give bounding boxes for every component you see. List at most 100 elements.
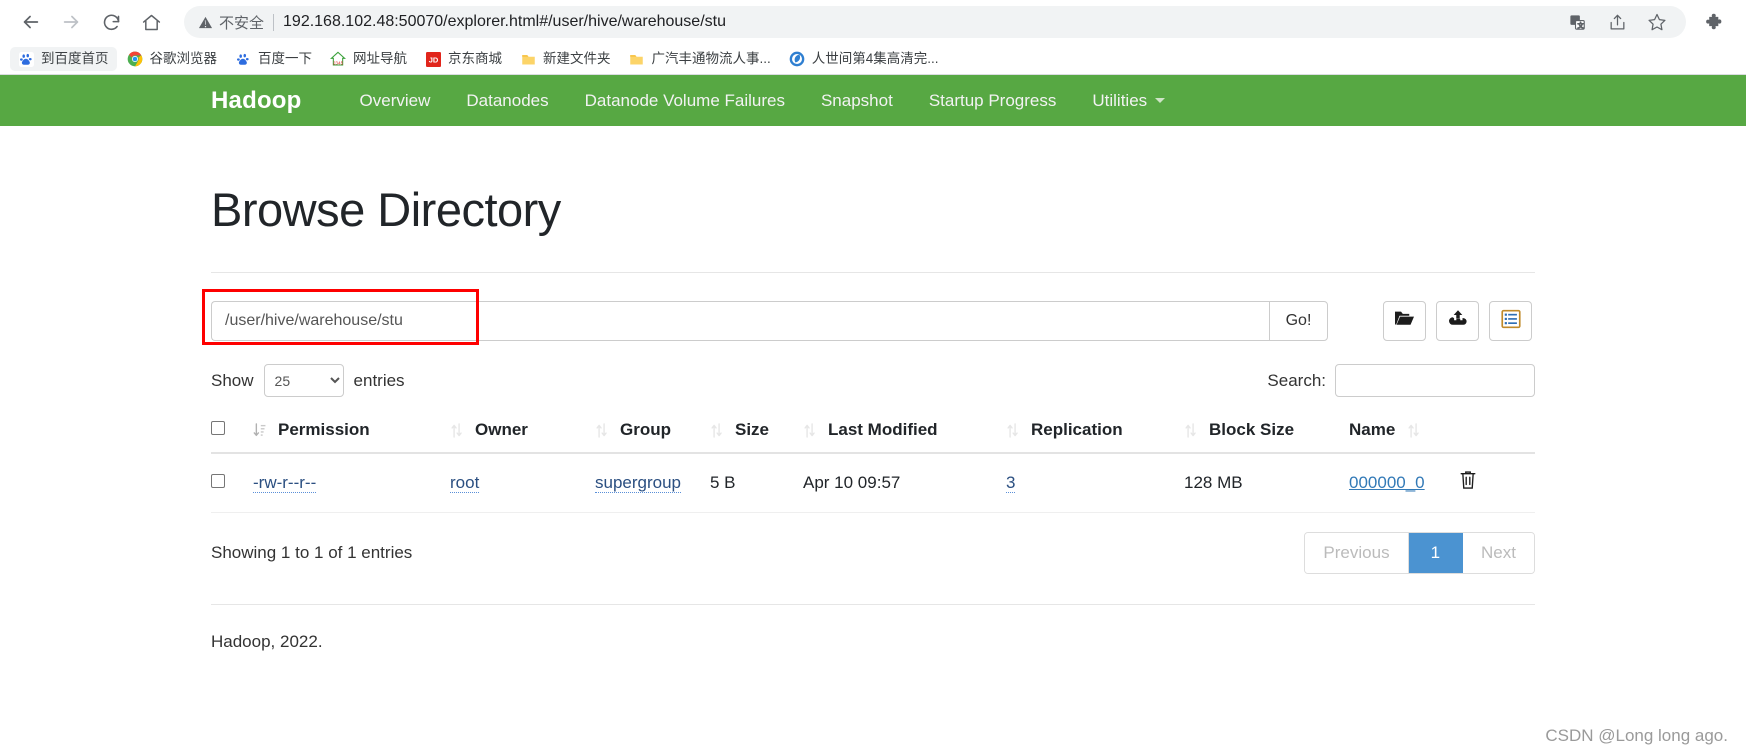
bookmark-item[interactable]: JD 京东商城	[417, 47, 510, 71]
puzzle-piece-icon[interactable]	[1698, 5, 1732, 39]
go-button[interactable]: Go!	[1269, 301, 1328, 341]
svg-text:文: 文	[1577, 20, 1584, 29]
security-status[interactable]: 不安全	[198, 12, 264, 33]
bookmark-item[interactable]: 广汽丰通物流人事...	[621, 47, 779, 71]
upload-cloud-icon	[1447, 309, 1469, 333]
file-name-link[interactable]: 000000_0	[1349, 473, 1425, 492]
search-control: Search:	[1267, 364, 1535, 397]
pagination-page-1[interactable]: 1	[1408, 533, 1464, 573]
page-length-select[interactable]: 25 50 100	[263, 364, 344, 397]
th-last-modified[interactable]: Last Modified	[803, 411, 1006, 454]
files-table: Permission Owner Group Size Last Modifie…	[211, 411, 1535, 513]
nav-link-utilities-label: Utilities	[1092, 90, 1148, 110]
baidu-paw-icon	[18, 51, 34, 67]
row-select-cell[interactable]	[211, 453, 253, 513]
copyright-text: Hadoop, 2022.	[211, 632, 323, 651]
select-all-checkbox[interactable]	[211, 421, 225, 435]
sort-both-icon	[803, 422, 816, 439]
th-block-size[interactable]: Block Size	[1184, 411, 1349, 454]
path-input[interactable]	[211, 301, 1269, 341]
th-block-size-label: Block Size	[1209, 420, 1295, 439]
address-bar[interactable]: 不安全 192.168.102.48:50070/explorer.html#/…	[184, 6, 1686, 38]
nav-link-snapshot[interactable]: Snapshot	[803, 91, 911, 111]
pagination-previous[interactable]: Previous	[1305, 533, 1409, 573]
cell-name: 000000_0	[1349, 453, 1459, 513]
browse-folder-button[interactable]	[1383, 301, 1426, 341]
nav-link-startup-progress[interactable]: Startup Progress	[911, 91, 1075, 111]
cell-actions	[1459, 453, 1535, 513]
row-checkbox[interactable]	[211, 473, 225, 488]
share-icon[interactable]	[1602, 7, 1632, 37]
home-icon[interactable]	[134, 5, 168, 39]
jd-icon: JD	[425, 51, 441, 67]
brand-logo[interactable]: Hadoop	[211, 87, 302, 115]
cell-replication: 3	[1006, 453, 1184, 513]
cell-permission: -rw-r--r--	[253, 453, 450, 513]
trash-icon[interactable]	[1459, 471, 1477, 494]
th-select-all[interactable]	[211, 411, 253, 454]
entries-info: Showing 1 to 1 of 1 entries	[211, 543, 413, 562]
url-text: 192.168.102.48:50070/explorer.html#/user…	[283, 13, 726, 30]
footer-divider	[211, 604, 1535, 605]
th-size-label: Size	[735, 420, 770, 439]
snapshot-list-button[interactable]	[1489, 301, 1532, 341]
permission-link[interactable]: -rw-r--r--	[253, 472, 317, 493]
tool-buttons	[1383, 301, 1532, 341]
bookmark-item[interactable]: 百度一下	[227, 47, 320, 71]
th-owner[interactable]: Owner	[450, 411, 595, 454]
th-actions	[1459, 411, 1535, 454]
bookmark-item[interactable]: 人世间第4集高清完...	[781, 47, 947, 71]
th-group[interactable]: Group	[595, 411, 710, 454]
nav-link-datanode-volume-failures[interactable]: Datanode Volume Failures	[567, 91, 803, 111]
th-permission[interactable]: Permission	[253, 411, 450, 454]
sort-both-icon	[595, 422, 608, 439]
sort-both-icon	[1184, 422, 1197, 439]
pagination-next[interactable]: Next	[1463, 533, 1534, 573]
upload-button[interactable]	[1436, 301, 1479, 341]
th-replication[interactable]: Replication	[1006, 411, 1184, 454]
page-title: Browse Directory	[211, 183, 561, 236]
show-label: Show	[211, 370, 254, 390]
back-arrow-icon[interactable]	[14, 5, 48, 39]
replication-link[interactable]: 3	[1006, 472, 1016, 493]
sort-active-asc-icon	[253, 422, 266, 439]
sort-both-icon	[1407, 422, 1420, 439]
cell-block-size: 128 MB	[1184, 453, 1349, 513]
bookmark-item[interactable]: 到百度首页	[10, 47, 117, 71]
translate-icon[interactable]: G文	[1562, 7, 1592, 37]
screen: 不安全 192.168.102.48:50070/explorer.html#/…	[0, 0, 1746, 756]
cell-owner: root	[450, 453, 595, 513]
nav-link-overview[interactable]: Overview	[342, 91, 449, 111]
warning-triangle-icon	[198, 15, 213, 30]
reload-icon[interactable]	[94, 5, 128, 39]
sort-both-icon	[710, 422, 723, 439]
th-size[interactable]: Size	[710, 411, 803, 454]
2345-nav-icon: 2345	[330, 51, 346, 67]
cell-size: 5 B	[710, 453, 803, 513]
sort-both-icon	[450, 422, 463, 439]
folder-icon	[520, 51, 536, 67]
security-label: 不安全	[219, 14, 265, 32]
owner-link[interactable]: root	[450, 472, 480, 493]
search-input[interactable]	[1335, 364, 1535, 397]
title-divider	[211, 272, 1535, 273]
baidu-paw-icon	[235, 51, 251, 67]
bookmark-item[interactable]: 2345 网址导航	[322, 47, 415, 71]
chrome-icon	[127, 51, 143, 67]
table-footer: Showing 1 to 1 of 1 entries Previous 1 N…	[211, 532, 1535, 574]
path-row: Go!	[202, 289, 1535, 345]
bookmark-label: 谷歌浏览器	[149, 51, 218, 67]
bookmark-item[interactable]: 谷歌浏览器	[119, 47, 226, 71]
nav-link-utilities[interactable]: Utilities	[1074, 91, 1183, 111]
th-replication-label: Replication	[1031, 420, 1123, 439]
group-link[interactable]: supergroup	[595, 472, 682, 493]
star-icon[interactable]	[1642, 7, 1672, 37]
forward-arrow-icon[interactable]	[54, 5, 88, 39]
nav-link-datanodes[interactable]: Datanodes	[448, 91, 566, 111]
bookmark-item[interactable]: 新建文件夹	[512, 47, 619, 71]
list-view-icon	[1500, 309, 1521, 334]
table-controls: Show 25 50 100 entries Search:	[211, 364, 1535, 397]
chevron-down-icon	[1155, 98, 1166, 103]
th-owner-label: Owner	[475, 420, 528, 439]
th-name[interactable]: Name	[1349, 411, 1459, 454]
